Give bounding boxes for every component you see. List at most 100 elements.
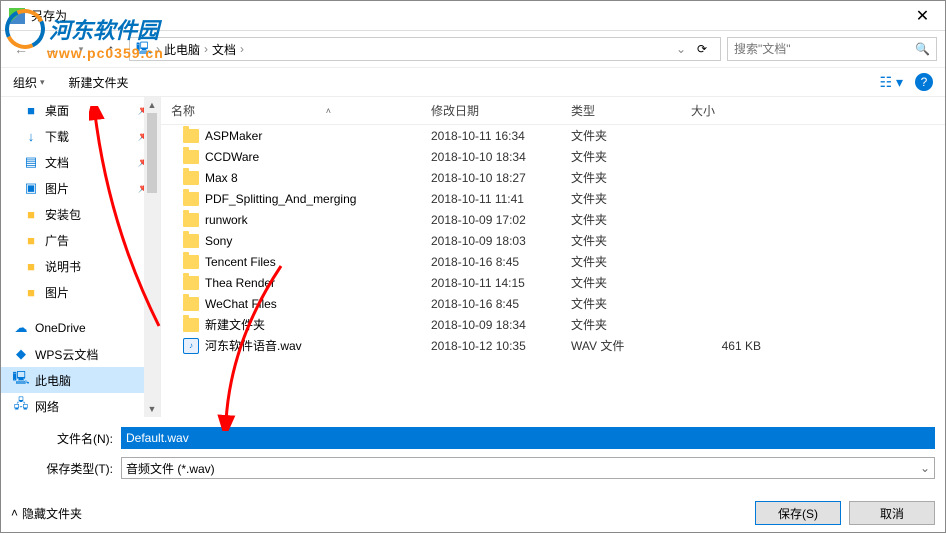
sidebar-item[interactable]: ■ 广告 — [1, 227, 160, 253]
sort-asc-icon: ˄ — [326, 106, 331, 116]
refresh-icon[interactable]: ⟳ — [690, 38, 714, 60]
sidebar-item[interactable]: 🖳 此电脑 — [1, 367, 160, 393]
sidebar-item[interactable]: ■ 安装包 — [1, 201, 160, 227]
bc-item[interactable]: 文档 — [212, 41, 236, 58]
file-name: Tencent Files — [205, 255, 276, 269]
file-type: 文件夹 — [561, 295, 681, 312]
close-button[interactable]: ✕ — [900, 1, 945, 30]
sidebar-item[interactable]: ☁ OneDrive — [1, 315, 160, 341]
file-row[interactable]: CCDWare 2018-10-10 18:34 文件夹 — [161, 146, 945, 167]
file-row[interactable]: ASPMaker 2018-10-11 16:34 文件夹 — [161, 125, 945, 146]
view-icon[interactable]: ☷ ▾ — [880, 74, 903, 91]
file-date: 2018-10-16 8:45 — [421, 255, 561, 269]
sb-icon: ■ — [23, 206, 39, 222]
sidebar-item[interactable]: ■ 图片 — [1, 279, 160, 305]
sidebar-item-label: 广告 — [45, 232, 69, 249]
folder-icon — [183, 318, 199, 332]
file-type: 文件夹 — [561, 211, 681, 228]
search-icon[interactable]: 🔍 — [915, 42, 930, 56]
save-button[interactable]: 保存(S) — [755, 501, 841, 525]
file-row[interactable]: Max 8 2018-10-10 18:27 文件夹 — [161, 167, 945, 188]
folder-icon — [183, 213, 199, 227]
search-input[interactable]: 🔍 — [727, 37, 937, 61]
file-row[interactable]: Tencent Files 2018-10-16 8:45 文件夹 — [161, 251, 945, 272]
sb-icon: 🖧 — [13, 398, 29, 414]
sb-icon: 🖳 — [13, 372, 29, 388]
nav-fwd-icon[interactable]: → — [39, 37, 63, 61]
sb-icon: ☁ — [13, 320, 29, 336]
sidebar-item[interactable]: ↓ 下载 📌 — [1, 123, 160, 149]
sb-icon: ■ — [23, 258, 39, 274]
file-type: 文件夹 — [561, 253, 681, 270]
file-name: Max 8 — [205, 171, 238, 185]
folder-icon — [183, 234, 199, 248]
col-type[interactable]: 类型 — [561, 102, 681, 119]
sidebar-scrollbar[interactable]: ▲ ▼ — [144, 97, 160, 417]
file-date: 2018-10-16 8:45 — [421, 297, 561, 311]
file-name: PDF_Splitting_And_merging — [205, 192, 356, 206]
nav-up-icon[interactable]: ↑ — [99, 37, 123, 61]
nav-dd-icon[interactable]: ▾ — [69, 37, 93, 61]
col-name[interactable]: 名称˄ — [161, 102, 421, 119]
col-size[interactable]: 大小 — [681, 102, 781, 119]
file-name: 新建文件夹 — [205, 316, 265, 333]
file-row[interactable]: runwork 2018-10-09 17:02 文件夹 — [161, 209, 945, 230]
hide-folders-button[interactable]: ˄ 隐藏文件夹 — [11, 505, 82, 522]
breadcrumb[interactable]: 🖳 › 此电脑 › 文档 › ⌄ ⟳ — [129, 37, 721, 61]
filename-input[interactable] — [121, 427, 935, 449]
file-row[interactable]: Thea Render 2018-10-11 14:15 文件夹 — [161, 272, 945, 293]
file-type: WAV 文件 — [561, 337, 681, 354]
sidebar-item-label: 图片 — [45, 180, 69, 197]
nav-back-icon[interactable]: ← — [9, 37, 33, 61]
file-type: 文件夹 — [561, 232, 681, 249]
file-row[interactable]: 新建文件夹 2018-10-09 18:34 文件夹 — [161, 314, 945, 335]
filetype-label: 保存类型(T): — [11, 460, 121, 477]
chevron-down-icon: ⌄ — [920, 461, 930, 475]
organize-button[interactable]: 组织▾ — [13, 74, 45, 91]
folder-icon — [183, 255, 199, 269]
col-date[interactable]: 修改日期 — [421, 102, 561, 119]
sb-icon: ↓ — [23, 128, 39, 144]
bc-item[interactable]: 此电脑 — [164, 41, 200, 58]
file-name: CCDWare — [205, 150, 259, 164]
file-type: 文件夹 — [561, 148, 681, 165]
chevron-up-icon: ˄ — [11, 506, 18, 520]
pc-icon: 🖳 — [136, 39, 152, 60]
sidebar-item[interactable]: 🖧 网络 — [1, 393, 160, 417]
filetype-select[interactable]: 音频文件 (*.wav)⌄ — [121, 457, 935, 479]
app-icon — [9, 8, 25, 24]
file-row[interactable]: PDF_Splitting_And_merging 2018-10-11 11:… — [161, 188, 945, 209]
sidebar-item-label: 说明书 — [45, 258, 81, 275]
sidebar-item[interactable]: ▣ 图片 📌 — [1, 175, 160, 201]
sidebar-item[interactable]: ■ 说明书 — [1, 253, 160, 279]
wav-icon: ♪ — [183, 338, 199, 354]
help-icon[interactable]: ? — [915, 73, 933, 91]
file-date: 2018-10-09 17:02 — [421, 213, 561, 227]
file-date: 2018-10-09 18:03 — [421, 234, 561, 248]
file-type: 文件夹 — [561, 274, 681, 291]
sidebar-item-label: 桌面 — [45, 102, 69, 119]
sidebar-item-label: 此电脑 — [35, 372, 71, 389]
file-type: 文件夹 — [561, 127, 681, 144]
window-title: 另存为 — [31, 7, 900, 24]
sidebar-item-label: WPS云文档 — [35, 346, 98, 363]
folder-icon — [183, 171, 199, 185]
bc-dd-icon[interactable]: ⌄ — [676, 42, 686, 56]
file-row[interactable]: WeChat Files 2018-10-16 8:45 文件夹 — [161, 293, 945, 314]
sidebar-item-label: OneDrive — [35, 321, 86, 335]
folder-icon — [183, 150, 199, 164]
sidebar-item[interactable]: ◆ WPS云文档 — [1, 341, 160, 367]
file-name: Sony — [205, 234, 232, 248]
file-row[interactable]: Sony 2018-10-09 18:03 文件夹 — [161, 230, 945, 251]
file-date: 2018-10-11 16:34 — [421, 129, 561, 143]
sb-icon: ◆ — [13, 346, 29, 362]
file-date: 2018-10-10 18:34 — [421, 150, 561, 164]
file-name: Thea Render — [205, 276, 275, 290]
new-folder-button[interactable]: 新建文件夹 — [69, 74, 129, 91]
file-date: 2018-10-12 10:35 — [421, 339, 561, 353]
sidebar-item[interactable]: ■ 桌面 📌 — [1, 97, 160, 123]
sidebar-item[interactable]: ▤ 文档 📌 — [1, 149, 160, 175]
cancel-button[interactable]: 取消 — [849, 501, 935, 525]
folder-icon — [183, 129, 199, 143]
file-row[interactable]: ♪河东软件语音.wav 2018-10-12 10:35 WAV 文件 461 … — [161, 335, 945, 356]
